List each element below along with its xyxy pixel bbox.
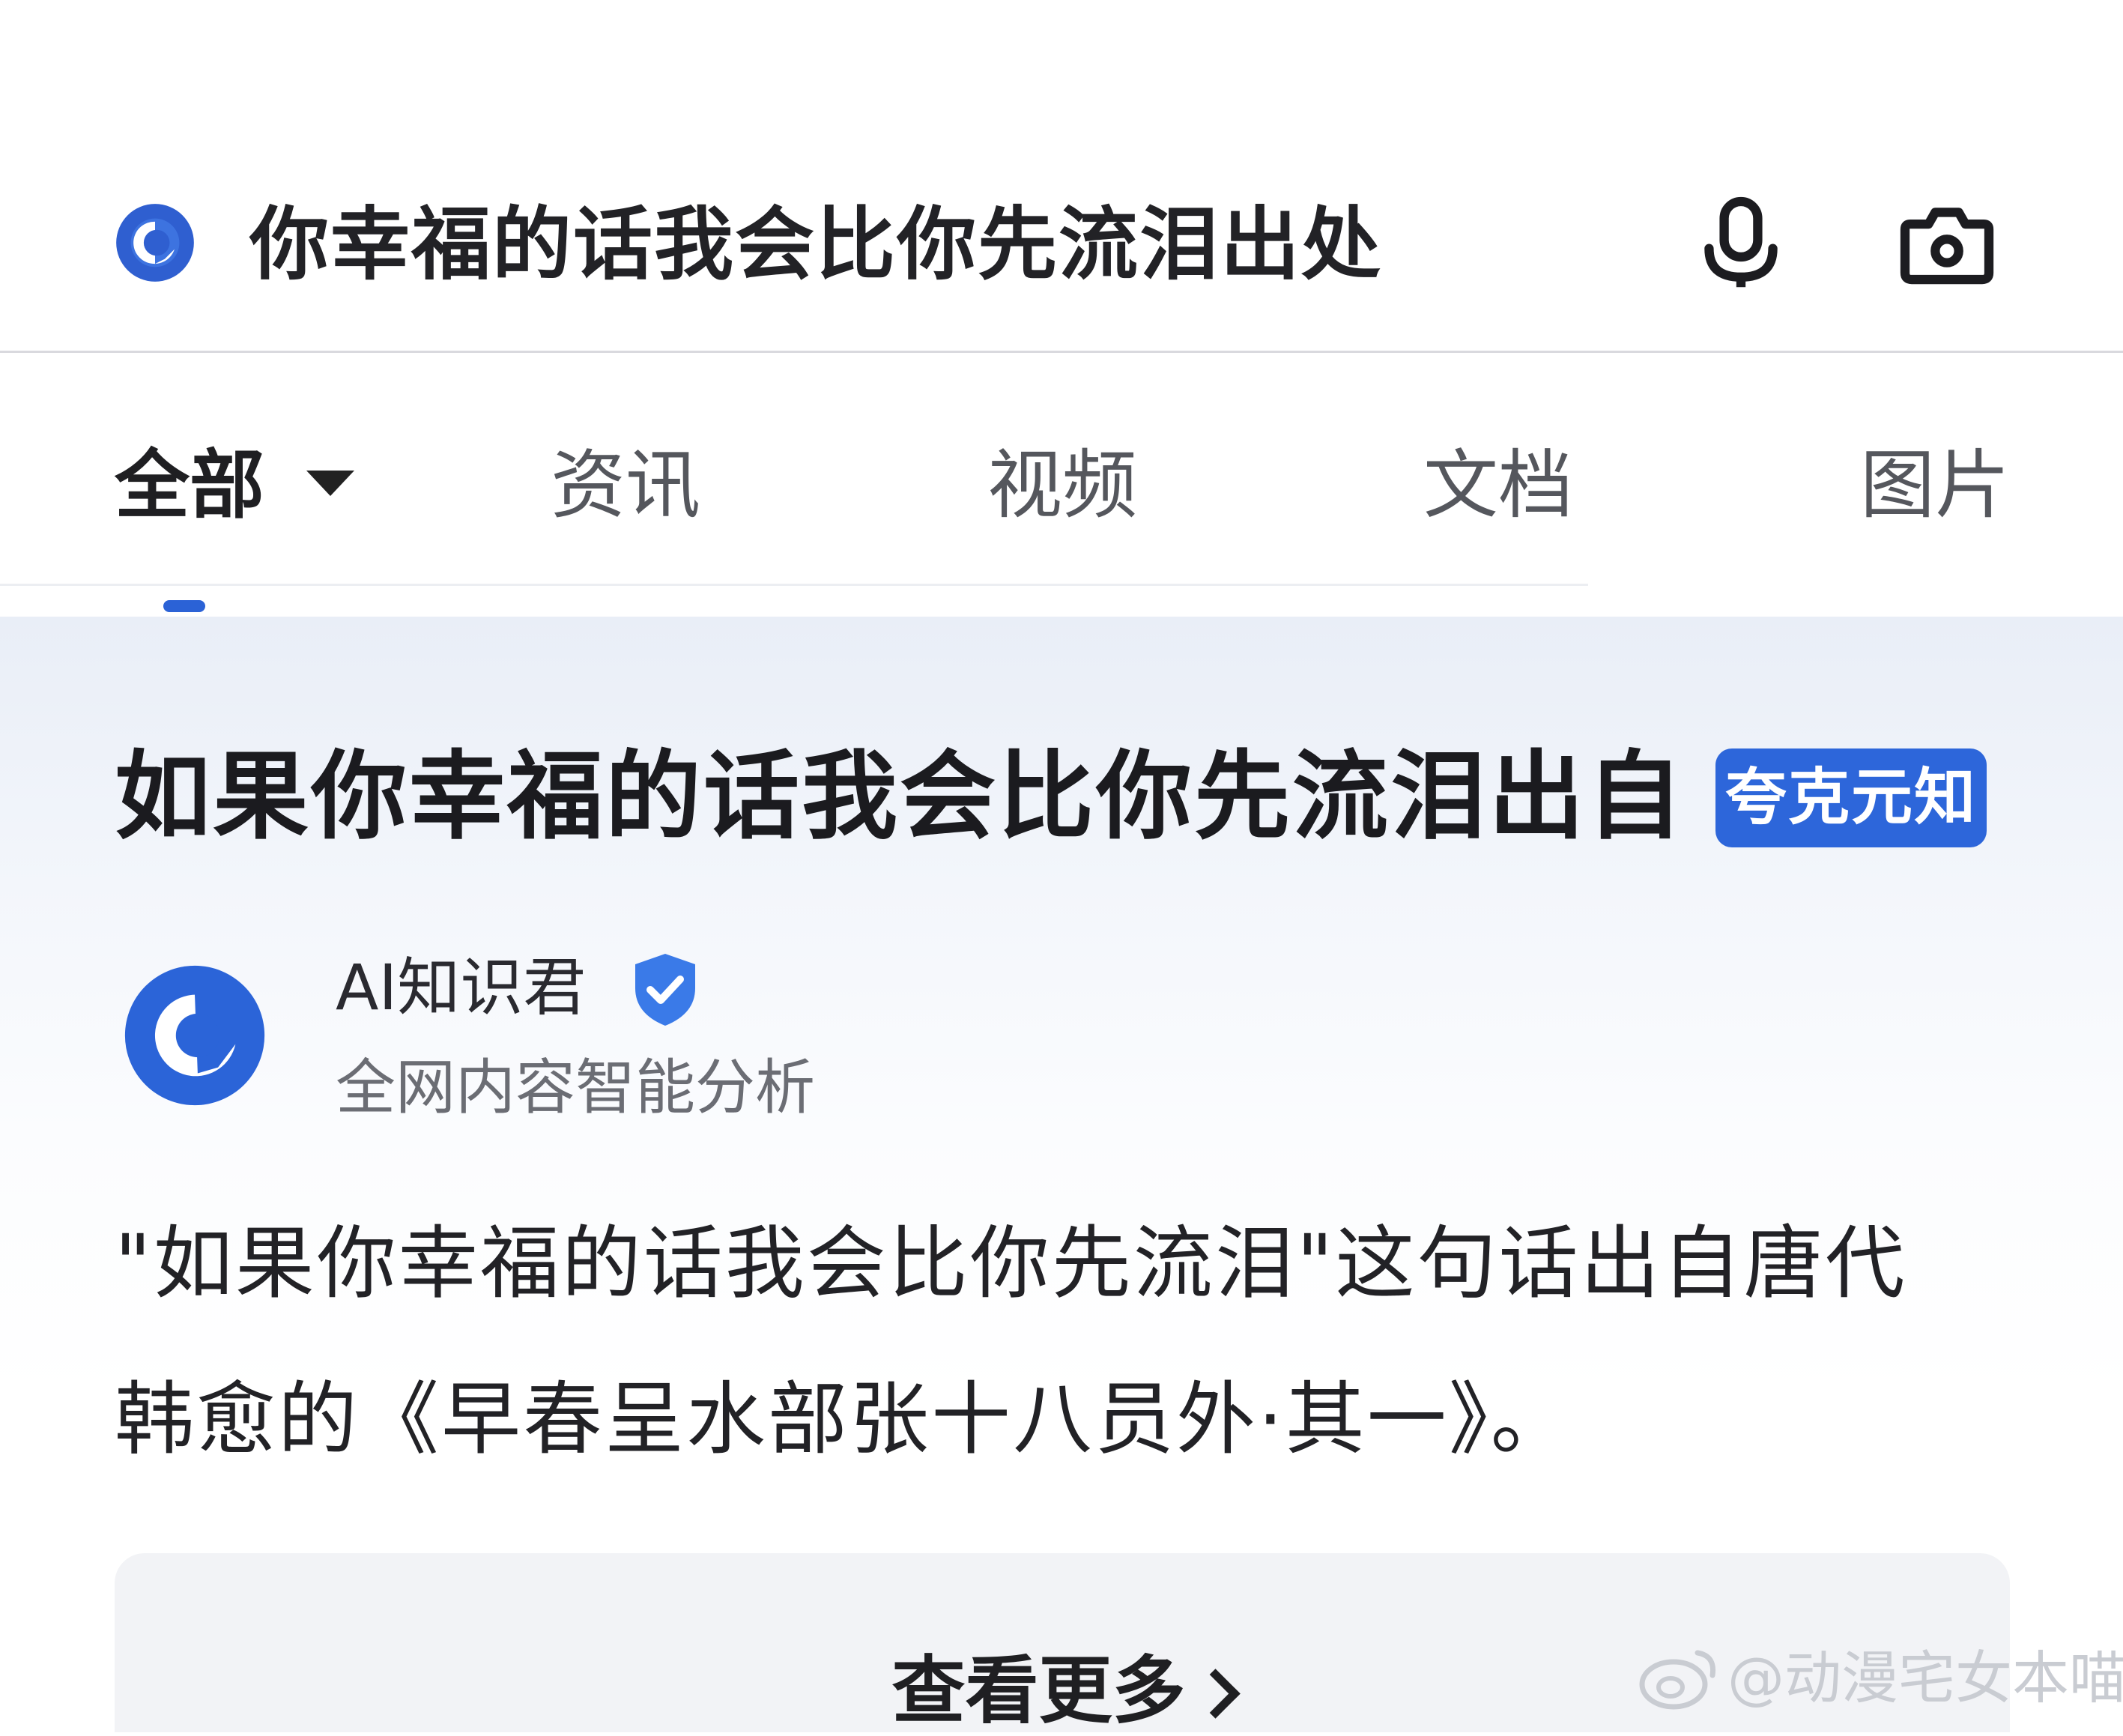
weibo-icon	[1639, 1650, 1716, 1710]
source-subtitle: 全网内容智能分析	[336, 1053, 815, 1122]
tab-news[interactable]: 资讯	[551, 437, 700, 534]
watermark-text: @动漫宅女本喵	[1727, 1645, 2123, 1711]
camera-icon[interactable]	[1900, 202, 1994, 286]
tab-video[interactable]: 视频	[987, 437, 1137, 534]
category-tabs: 全部 资讯 视频 文档 图片	[0, 353, 2123, 617]
weibo-watermark: @动漫宅女本喵	[1638, 1633, 2123, 1723]
search-query-text[interactable]: 你幸福的话我会比你先流泪出处	[249, 196, 1382, 294]
tabs-divider	[0, 584, 1588, 586]
quark-yuanzhi-badge: 夸克元知	[1715, 748, 1987, 847]
ai-answer-card: 如果你幸福的话我会比你先流泪出自 夸克元知 AI知识君 全网内容智能分析 "如果…	[0, 617, 2123, 1734]
source-avatar	[124, 965, 265, 1106]
view-more-text: 查看更多	[891, 1648, 1186, 1734]
tab-all[interactable]: 全部	[115, 437, 354, 534]
tab-docs[interactable]: 文档	[1423, 437, 1573, 534]
answer-line-2: 韩愈的《早春呈水部张十八员外·其一》。	[115, 1373, 1572, 1466]
quark-logo-icon	[116, 204, 194, 282]
tab-all-label: 全部	[115, 441, 264, 529]
active-tab-indicator	[163, 600, 205, 612]
answer-text: "如果你幸福的话我会比你先流泪"这句话出自唐代 韩愈的《早春呈水部张十八员外·其…	[115, 1186, 2032, 1498]
source-name[interactable]: AI知识君	[336, 946, 586, 1029]
verified-shield-icon	[635, 954, 695, 1026]
microphone-icon[interactable]	[1699, 196, 1783, 291]
answer-line-1: "如果你幸福的话我会比你先流泪"这句话出自唐代	[115, 1218, 1907, 1310]
chevron-right-icon	[1190, 1669, 1241, 1719]
result-title[interactable]: 如果你幸福的话我会比你先流泪出自	[115, 741, 1685, 853]
caret-down-icon	[306, 470, 354, 496]
tab-images[interactable]: 图片	[1860, 437, 2010, 534]
search-bar[interactable]: 你幸福的话我会比你先流泪出处	[0, 0, 2123, 353]
